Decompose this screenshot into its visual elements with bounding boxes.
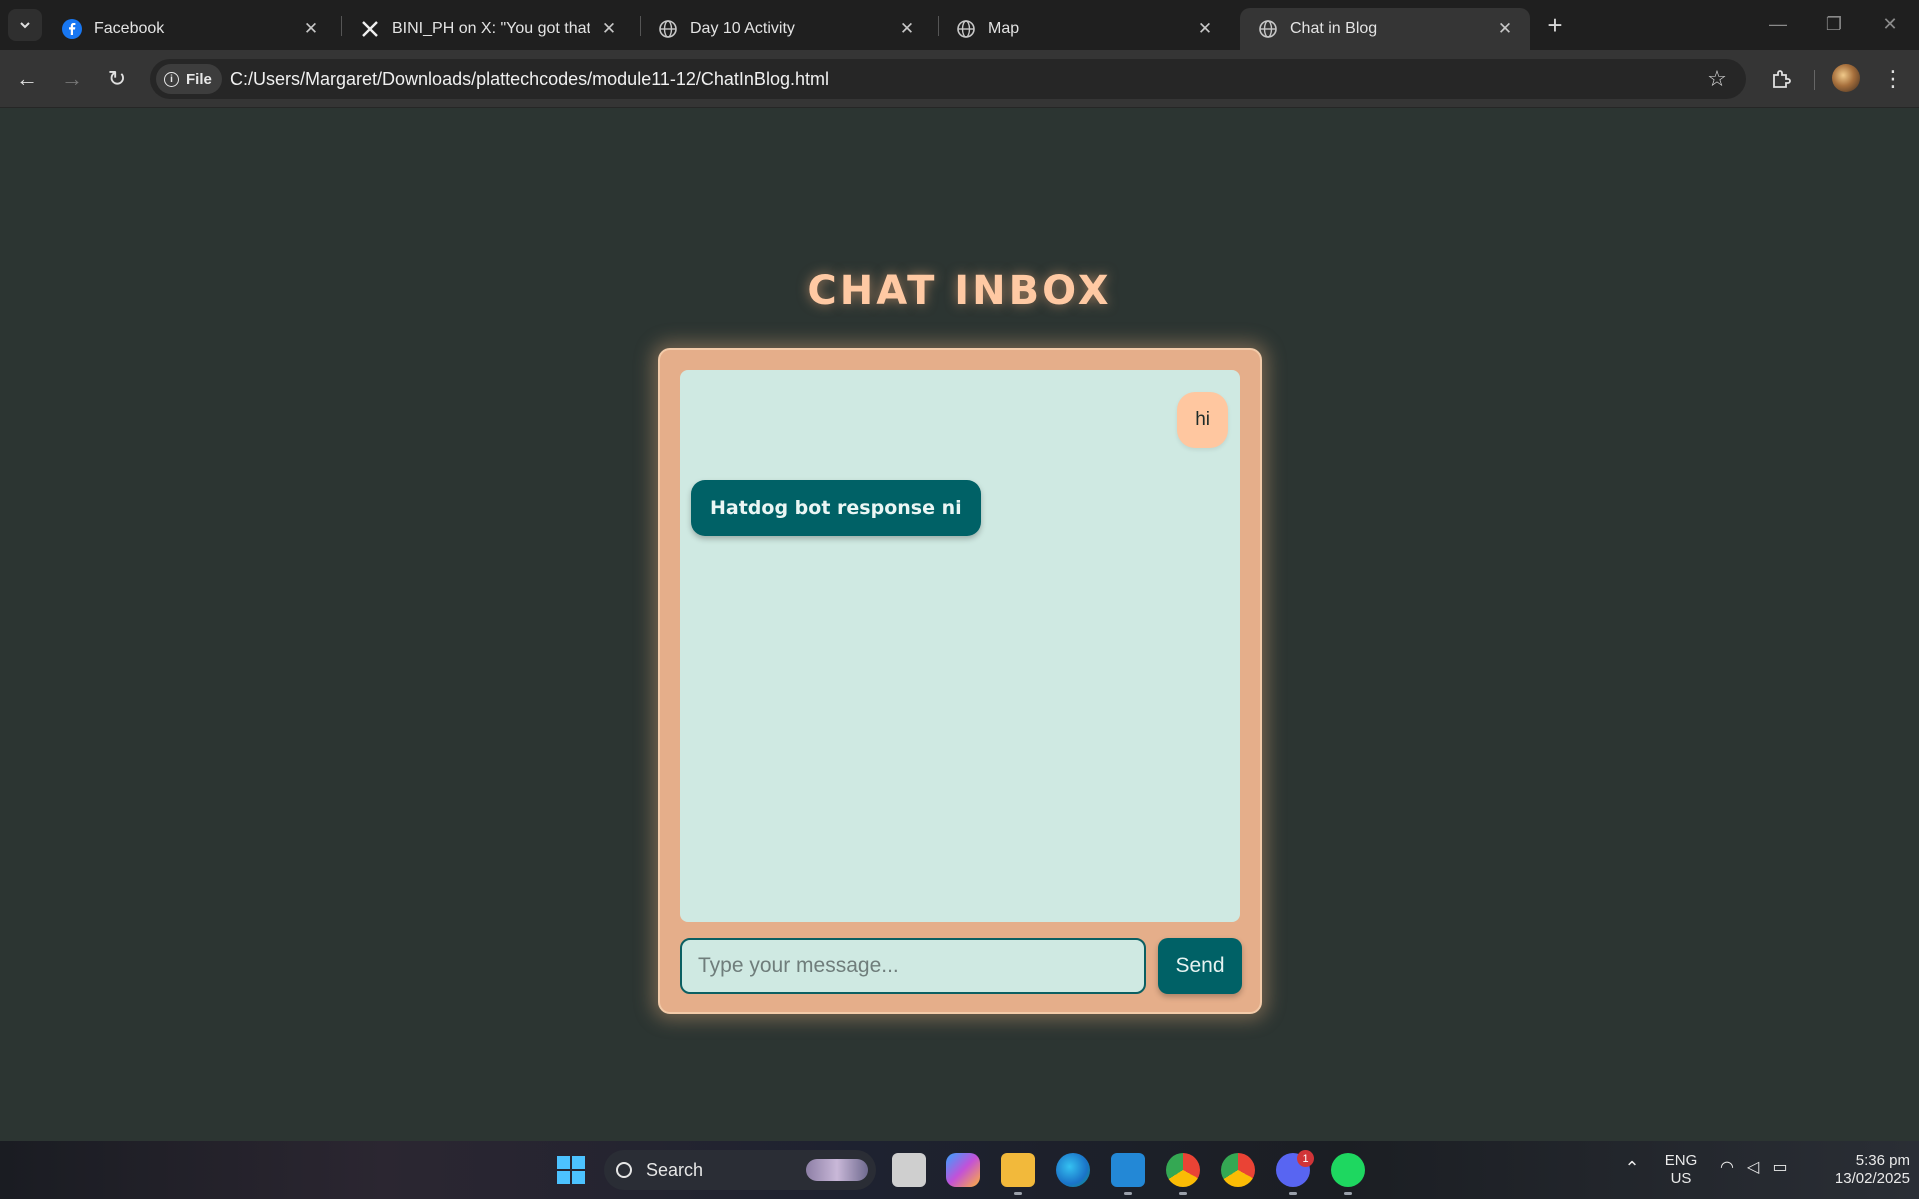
minimize-button[interactable]: — [1750,8,1806,40]
discord-notification-badge: 1 [1297,1150,1314,1167]
browser-toolbar: ← → ↻ i File C:/Users/Margaret/Downloads… [0,50,1919,108]
close-icon[interactable]: ✕ [598,18,620,40]
forward-button[interactable]: → [55,62,89,96]
wifi-icon[interactable]: ◠ [1716,1159,1738,1177]
info-icon: i [164,71,179,87]
close-icon[interactable]: ✕ [300,18,322,40]
bookmark-star-icon[interactable]: ☆ [1702,64,1732,94]
chrome-icon[interactable] [1221,1153,1255,1187]
site-info-chip[interactable]: i File [156,64,222,94]
tab-search-button[interactable] [8,9,42,41]
kebab-menu-icon: ⋮ [1882,66,1904,91]
tab-chat-in-blog[interactable]: Chat in Blog ✕ [1240,8,1530,50]
globe-icon [1258,19,1278,39]
back-button[interactable]: ← [10,62,44,96]
puzzle-icon [1773,70,1791,88]
send-button[interactable]: Send [1158,938,1242,994]
edge-icon[interactable] [1056,1153,1090,1187]
x-logo-icon [360,19,380,39]
window-close-button[interactable]: ✕ [1862,8,1918,40]
globe-icon [658,19,678,39]
running-indicator [1344,1192,1352,1195]
spotify-icon[interactable] [1331,1153,1365,1187]
bot-message-bubble: Hatdog bot response ni [691,480,981,536]
minimize-icon: — [1769,13,1787,34]
tab-title: Map [988,20,1020,37]
tab-day-10-activity[interactable]: Day 10 Activity ✕ [640,8,932,50]
tab-map[interactable]: Map ✕ [938,8,1230,50]
file-explorer-icon[interactable] [1001,1153,1035,1187]
tab-bini-ph[interactable]: BINI_PH on X: "You got that sym ✕ [342,8,634,50]
arrow-right-icon: → [61,66,83,91]
close-icon[interactable]: ✕ [1494,18,1516,40]
profile-avatar[interactable] [1832,64,1860,92]
plus-icon: + [1547,9,1563,40]
running-indicator [1014,1192,1022,1195]
task-view-icon[interactable] [892,1153,926,1187]
tab-title: Chat in Blog [1290,20,1378,37]
windows-logo-icon [557,1156,585,1184]
language-code: ENG [1664,1152,1698,1169]
tab-title: Facebook [94,20,165,37]
search-label: Search [646,1159,704,1180]
copilot-icon[interactable] [946,1153,980,1187]
new-tab-button[interactable]: + [1540,10,1570,40]
menu-button[interactable]: ⋮ [1876,62,1910,96]
close-icon[interactable]: ✕ [896,18,918,40]
search-icon [616,1162,632,1178]
taskbar-search[interactable]: Search [604,1150,876,1190]
chevron-down-icon [20,22,30,29]
tab-facebook[interactable]: Facebook ✕ [44,8,336,50]
scheme-label: File [186,70,212,88]
url-text[interactable]: C:/Users/Margaret/Downloads/plattechcode… [230,59,829,99]
volume-icon[interactable]: ◁ [1742,1159,1764,1177]
page-title: CHAT INBOX [807,268,1112,314]
battery-icon[interactable]: ▭ [1768,1159,1792,1177]
facebook-icon [62,19,82,39]
restore-icon: ❐ [1825,13,1843,34]
reload-icon: ↻ [107,66,127,91]
running-indicator [1179,1192,1187,1195]
arrow-left-icon: ← [16,66,38,91]
chrome-profile-icon[interactable] [1166,1153,1200,1187]
close-icon[interactable]: ✕ [1194,18,1216,40]
windows-taskbar: Search ⌃ ENG US ◠ ◁ ▭ 5:36 pm 13/02/2025 [0,1141,1919,1199]
message-input[interactable] [680,938,1146,994]
clock[interactable]: 5:36 pm 13/02/2025 [1806,1152,1910,1188]
vscode-icon[interactable] [1111,1153,1145,1187]
user-message-bubble: hi [1177,392,1228,448]
close-icon: ✕ [1882,13,1898,34]
globe-icon [956,19,976,39]
running-indicator [1124,1192,1132,1195]
tab-title: BINI_PH on X: "You got that sym [392,20,590,37]
chat-message-area[interactable]: hi Hatdog bot response ni [680,370,1240,922]
region-code: US [1670,1170,1692,1187]
start-button[interactable] [554,1153,588,1187]
chat-container: hi Hatdog bot response ni Send [658,348,1262,1014]
language-indicator[interactable]: ENG US [1656,1152,1706,1188]
address-bar[interactable]: i File C:/Users/Margaret/Downloads/platt… [150,59,1746,99]
reload-button[interactable]: ↻ [100,62,134,96]
restore-button[interactable]: ❐ [1806,8,1862,40]
tab-title: Day 10 Activity [690,20,795,37]
chevron-up-icon[interactable]: ⌃ [1620,1159,1644,1177]
running-indicator [1289,1192,1297,1195]
clock-time: 5:36 pm [1855,1152,1910,1169]
extensions-button[interactable] [1764,62,1798,96]
clock-date: 13/02/2025 [1834,1170,1910,1187]
browser-tab-strip: Facebook ✕ BINI_PH on X: "You got that s… [0,0,1919,50]
toolbar-divider [1814,70,1815,90]
search-highlight-image [806,1159,868,1181]
